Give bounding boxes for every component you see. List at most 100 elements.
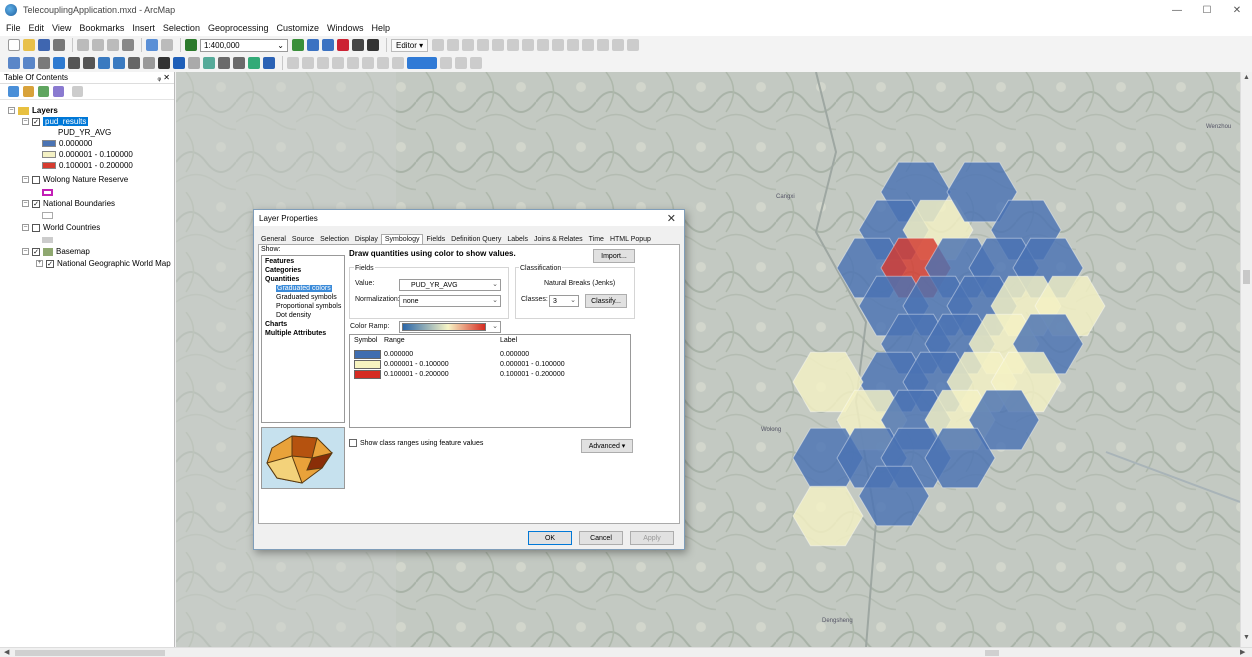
- layer-row-natgeo[interactable]: + ✓ National Geographic World Map: [36, 258, 171, 269]
- contrast-icon[interactable]: [392, 57, 404, 69]
- class-label[interactable]: 0.000000: [500, 351, 529, 358]
- maximize-button[interactable]: ☐: [1192, 0, 1222, 20]
- tree-item-graduated-symbols[interactable]: Graduated symbols: [276, 294, 337, 301]
- column-header-label[interactable]: Label: [500, 337, 517, 344]
- effects-icon[interactable]: [332, 57, 344, 69]
- scrollbar-thumb[interactable]: [1243, 270, 1250, 284]
- table-of-contents-icon[interactable]: [307, 39, 319, 51]
- import-button[interactable]: Import...: [593, 249, 635, 263]
- save-icon[interactable]: [38, 39, 50, 51]
- layer-row-basemap[interactable]: – ✓ Basemap: [22, 246, 90, 257]
- edit-tool-icon[interactable]: [432, 39, 445, 51]
- minimize-button[interactable]: —: [1162, 0, 1192, 20]
- scroll-down-icon[interactable]: ▼: [1243, 634, 1250, 641]
- menu-edit[interactable]: Edit: [29, 23, 45, 33]
- menu-selection[interactable]: Selection: [163, 23, 200, 33]
- select-elements-icon[interactable]: [158, 57, 170, 69]
- show-ranges-checkbox[interactable]: [349, 439, 357, 447]
- class-range[interactable]: 0.100001 - 0.200000: [384, 371, 449, 378]
- normalization-dropdown[interactable]: none ⌄: [399, 295, 501, 307]
- redo-icon[interactable]: [161, 39, 173, 51]
- cut-polygons-icon[interactable]: [552, 39, 565, 51]
- swipe-icon[interactable]: [347, 57, 359, 69]
- tab-joins-relates[interactable]: Joins & Relates: [531, 235, 586, 244]
- map-scrollbar-thumb[interactable]: [985, 650, 999, 656]
- menu-view[interactable]: View: [52, 23, 71, 33]
- classes-dropdown[interactable]: 3 ⌄: [549, 295, 579, 307]
- tab-display[interactable]: Display: [352, 235, 381, 244]
- tab-definition-query[interactable]: Definition Query: [448, 235, 504, 244]
- edit-annotation-icon[interactable]: [447, 39, 460, 51]
- menu-customize[interactable]: Customize: [277, 23, 320, 33]
- options-icon[interactable]: [72, 86, 83, 97]
- layer-name-wolong[interactable]: Wolong Nature Reserve: [43, 175, 128, 184]
- end-point-arc-icon[interactable]: [477, 39, 490, 51]
- identify-icon[interactable]: [173, 57, 185, 69]
- viewer-window-icon[interactable]: [287, 57, 299, 69]
- tree-item-multiple-attributes[interactable]: Multiple Attributes: [265, 330, 326, 337]
- select-features-icon[interactable]: [128, 57, 140, 69]
- catalog-icon[interactable]: [322, 39, 334, 51]
- toc-pin-close[interactable]: ᵩ ✕: [158, 73, 170, 82]
- scroll-right-icon[interactable]: ▶: [1240, 648, 1245, 656]
- flicker-icon[interactable]: [362, 57, 374, 69]
- sketch-properties-icon[interactable]: [612, 39, 625, 51]
- hyperlink-icon[interactable]: [188, 57, 200, 69]
- value-field-dropdown[interactable]: PUD_YR_AVG ⌄: [399, 279, 501, 291]
- close-window-button[interactable]: ✕: [1222, 0, 1252, 20]
- open-folder-icon[interactable]: [23, 39, 35, 51]
- layer-row-wolong[interactable]: – Wolong Nature Reserve: [22, 174, 128, 185]
- class-label[interactable]: 0.100001 - 0.200000: [500, 371, 565, 378]
- layer-visibility-checkbox[interactable]: [32, 175, 40, 184]
- class-label[interactable]: 0.000001 - 0.100000: [500, 361, 565, 368]
- show-ranges-option[interactable]: Show class ranges using feature values: [349, 439, 483, 447]
- layer-name-world-countries[interactable]: World Countries: [43, 223, 100, 232]
- ok-button[interactable]: OK: [528, 531, 572, 545]
- cancel-button[interactable]: Cancel: [579, 531, 623, 545]
- legend-item[interactable]: 0.100001 - 0.200000: [42, 160, 133, 171]
- legend-item[interactable]: 0.000000: [42, 138, 92, 149]
- scroll-left-icon[interactable]: ◀: [4, 648, 9, 656]
- time-slider-icon[interactable]: [263, 57, 275, 69]
- html-popup-icon[interactable]: [203, 57, 215, 69]
- forward-extent-icon[interactable]: [113, 57, 125, 69]
- layers-group-row[interactable]: – Layers: [8, 105, 58, 116]
- back-extent-icon[interactable]: [98, 57, 110, 69]
- search-window-icon[interactable]: [337, 39, 349, 51]
- column-header-range[interactable]: Range: [384, 337, 405, 344]
- list-by-source-icon[interactable]: [23, 86, 34, 97]
- class-symbol-swatch[interactable]: [354, 370, 381, 379]
- print-icon[interactable]: [53, 39, 65, 51]
- straight-segment-icon[interactable]: [462, 39, 475, 51]
- attributes-icon[interactable]: [597, 39, 610, 51]
- delete-icon[interactable]: [122, 39, 134, 51]
- menu-geoprocessing[interactable]: Geoprocessing: [208, 23, 269, 33]
- undo-icon[interactable]: [146, 39, 158, 51]
- tree-item-categories[interactable]: Categories: [265, 267, 301, 274]
- tab-selection[interactable]: Selection: [317, 235, 352, 244]
- transparency-icon[interactable]: [377, 57, 389, 69]
- collapse-icon[interactable]: –: [22, 224, 29, 231]
- list-by-drawing-order-icon[interactable]: [8, 86, 19, 97]
- legend-item[interactable]: [42, 210, 53, 221]
- map-scale-input[interactable]: 1:400,000 ⌄: [200, 38, 288, 52]
- create-features-icon[interactable]: [627, 39, 640, 51]
- tab-html-popup[interactable]: HTML Popup: [607, 235, 654, 244]
- collapse-icon[interactable]: –: [8, 107, 15, 114]
- edit-vertices-icon[interactable]: [522, 39, 535, 51]
- list-by-visibility-icon[interactable]: [38, 86, 49, 97]
- layer-visibility-checkbox[interactable]: [32, 223, 40, 232]
- scroll-up-icon[interactable]: ▲: [1243, 74, 1250, 81]
- add-data-icon[interactable]: [185, 39, 197, 51]
- rotate-icon[interactable]: [582, 39, 595, 51]
- layer-name-basemap[interactable]: Basemap: [56, 247, 90, 256]
- tab-labels[interactable]: Labels: [504, 235, 531, 244]
- tab-source[interactable]: Source: [289, 235, 317, 244]
- legend-item[interactable]: [42, 234, 53, 245]
- advanced-button[interactable]: Advanced ▾: [581, 439, 633, 453]
- tree-item-graduated-colors[interactable]: Graduated colors: [276, 285, 332, 292]
- layer-visibility-checkbox[interactable]: ✓: [32, 117, 40, 126]
- layer-visibility-checkbox[interactable]: ✓: [32, 247, 40, 256]
- collapse-icon[interactable]: –: [22, 248, 29, 255]
- layer-row-pud-results[interactable]: – ✓ pud_results: [22, 116, 89, 127]
